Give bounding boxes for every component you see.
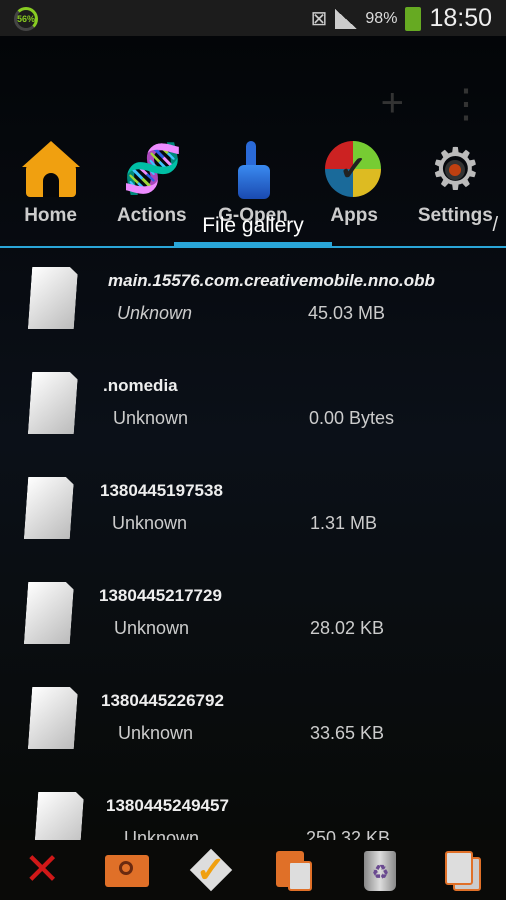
file-size: 33.65 KB [310, 723, 385, 743]
file-icon [24, 582, 74, 644]
bottom-bar: ✕ ✓ ♻ [0, 840, 506, 900]
file-type: Unknown [112, 513, 188, 533]
gear-icon: ⚙ [426, 141, 484, 199]
file-name: 1380445249457 [106, 796, 229, 815]
file-icon [34, 792, 84, 840]
overflow-menu-icon[interactable]: ⋮ [446, 81, 486, 127]
mute-icon: ⊠ [310, 8, 328, 30]
file-row[interactable]: 1380445249457 Unknown 250.32 KB [0, 780, 506, 840]
file-row[interactable]: 1380445197538 Unknown 1.31 MB [0, 465, 506, 570]
file-icon [28, 267, 78, 329]
file-name: main.15576.com.creativemobile.nno.obb [108, 271, 435, 290]
battery-widget: 56% [14, 7, 38, 31]
file-type: Unknown [114, 618, 190, 638]
copy-icon[interactable] [443, 849, 485, 891]
file-type: Unknown [117, 303, 193, 323]
file-name: 1380445226792 [101, 691, 224, 710]
close-icon[interactable]: ✕ [21, 848, 63, 892]
paste-icon[interactable] [274, 849, 316, 891]
select-check-icon[interactable]: ✓ [189, 848, 233, 892]
file-type: Unknown [124, 828, 200, 840]
file-size: 0.00 Bytes [309, 408, 395, 428]
status-bar: 56% ⊠ 98% 18:50 [0, 0, 506, 36]
recycle-bin-icon[interactable]: ♻ [358, 849, 400, 891]
file-name: 1380445197538 [100, 481, 223, 500]
clock: 18:50 [429, 4, 492, 32]
dna-icon: 🧬 [122, 143, 183, 196]
file-row[interactable]: 1380445226792 Unknown 33.65 KB [0, 675, 506, 780]
file-size: 250.32 KB [306, 828, 391, 840]
battery-percent: 98% [365, 9, 398, 27]
plus-icon[interactable]: + [381, 81, 404, 127]
file-type: Unknown [118, 723, 194, 743]
file-name: 1380445217729 [99, 586, 222, 605]
file-name: .nomedia [103, 376, 178, 395]
file-icon [28, 372, 78, 434]
file-size: 1.31 MB [310, 513, 378, 533]
file-type: Unknown [113, 408, 189, 428]
search-folder-icon[interactable] [105, 849, 150, 891]
home-icon [21, 141, 80, 199]
path-root[interactable]: / [492, 214, 498, 237]
tab-divider [0, 246, 506, 248]
apps-check-icon: ✓ [325, 141, 383, 199]
file-row[interactable]: 1380445217729 Unknown 28.02 KB [0, 570, 506, 675]
file-row[interactable]: main.15576.com.creativemobile.nno.obb Unk… [0, 255, 506, 360]
file-icon [28, 687, 78, 749]
file-row[interactable]: .nomedia 0.00 Bytes Unknown [0, 360, 506, 465]
tab-bar: File gallery / [0, 210, 506, 250]
file-size: 28.02 KB [310, 618, 385, 638]
battery-icon [405, 6, 422, 31]
file-size: 45.03 MB [308, 303, 386, 323]
pointing-hand-icon [224, 141, 282, 199]
signal-icon [335, 8, 358, 29]
file-icon [24, 477, 74, 539]
